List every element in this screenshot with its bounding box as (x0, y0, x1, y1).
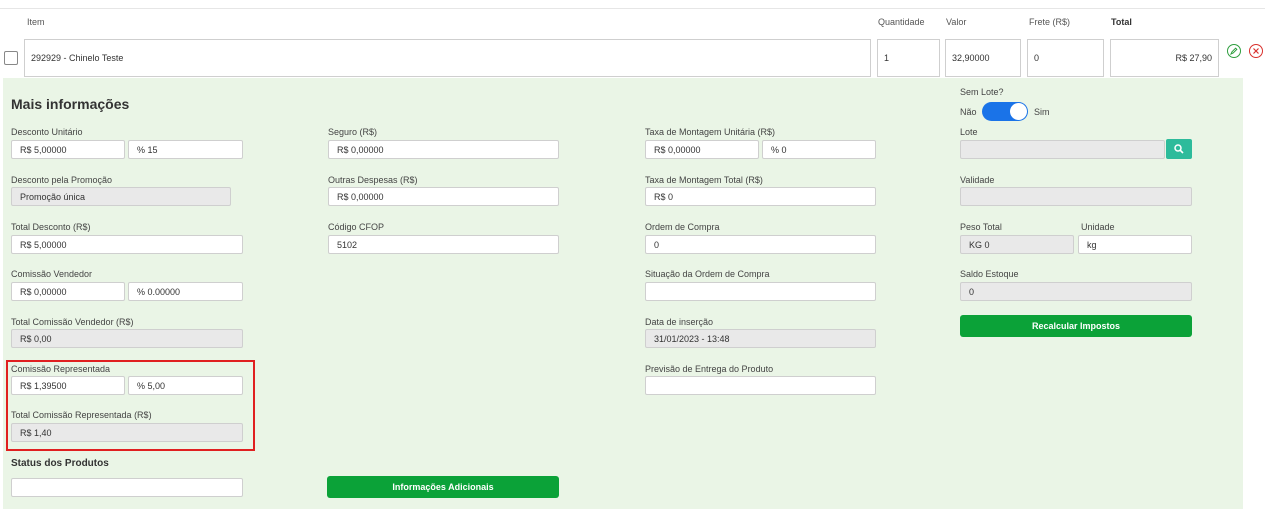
desconto-unitario-label: Desconto Unitário (11, 127, 83, 137)
taxa-montagem-total-label: Taxa de Montagem Total (R$) (645, 175, 763, 185)
data-insercao-field: 31/01/2023 - 13:48 (645, 329, 876, 348)
informacoes-adicionais-button[interactable]: Informações Adicionais (327, 476, 559, 498)
header-total: Total (1111, 17, 1132, 27)
comissao-representada-percent[interactable]: % 5,00 (128, 376, 243, 395)
lote-search-button[interactable] (1166, 139, 1192, 159)
close-icon[interactable] (1249, 44, 1263, 58)
saldo-estoque-field: 0 (960, 282, 1192, 301)
peso-total-label: Peso Total (960, 222, 1002, 232)
sem-lote-toggle[interactable] (982, 102, 1028, 121)
previsao-entrega-field[interactable] (645, 376, 876, 395)
valor-input[interactable]: 32,90000 (945, 39, 1021, 77)
header-valor: Valor (946, 17, 967, 27)
comissao-vendedor-percent[interactable]: % 0.00000 (128, 282, 243, 301)
desconto-promocao-label: Desconto pela Promoção (11, 175, 113, 185)
frete-input[interactable]: 0 (1027, 39, 1104, 77)
taxa-montagem-total-field[interactable]: R$ 0 (645, 187, 876, 206)
status-produtos-field[interactable] (11, 478, 243, 497)
ordem-compra-label: Ordem de Compra (645, 222, 720, 232)
comissao-representada-label: Comissão Representada (11, 364, 111, 374)
unidade-field[interactable]: kg (1078, 235, 1192, 254)
peso-total-field: KG 0 (960, 235, 1074, 254)
validade-label: Validade (960, 175, 995, 185)
total-comissao-representada-label: Total Comissão Representada (R$) (11, 410, 152, 420)
item-input[interactable]: 292929 - Chinelo Teste (24, 39, 871, 77)
outras-despesas-field[interactable]: R$ 0,00000 (328, 187, 559, 206)
comissao-representada-valor[interactable]: R$ 1,39500 (11, 376, 125, 395)
total-field: R$ 27,90 (1110, 39, 1219, 77)
taxa-montagem-unitaria-valor[interactable]: R$ 0,00000 (645, 140, 759, 159)
total-comissao-vendedor-field: R$ 0,00 (11, 329, 243, 348)
taxa-montagem-unitaria-percent[interactable]: % 0 (762, 140, 876, 159)
codigo-cfop-field[interactable]: 5102 (328, 235, 559, 254)
top-divider (0, 8, 1265, 9)
previsao-entrega-label: Previsão de Entrega do Produto (645, 364, 774, 374)
recalcular-impostos-button[interactable]: Recalcular Impostos (960, 315, 1192, 337)
lote-label: Lote (960, 127, 978, 137)
total-desconto-label: Total Desconto (R$) (11, 222, 91, 232)
quantidade-input[interactable]: 1 (877, 39, 940, 77)
seguro-field[interactable]: R$ 0,00000 (328, 140, 559, 159)
header-frete: Frete (R$) (1029, 17, 1071, 27)
sem-lote-label: Sem Lote? (960, 87, 1004, 97)
desconto-unitario-percent[interactable]: % 15 (128, 140, 243, 159)
row-select-checkbox[interactable] (4, 51, 18, 65)
desconto-unitario-valor[interactable]: R$ 5,00000 (11, 140, 125, 159)
total-desconto-field[interactable]: R$ 5,00000 (11, 235, 243, 254)
comissao-vendedor-label: Comissão Vendedor (11, 269, 93, 279)
lote-field[interactable] (960, 140, 1165, 159)
taxa-montagem-unitaria-label: Taxa de Montagem Unitária (R$) (645, 127, 776, 137)
unidade-label: Unidade (1081, 222, 1115, 232)
sem-lote-on-label: Sim (1034, 107, 1050, 117)
situacao-ordem-label: Situação da Ordem de Compra (645, 269, 770, 279)
edit-icon[interactable] (1227, 44, 1241, 58)
header-item: Item (27, 17, 45, 27)
panel-title: Mais informações (11, 96, 130, 112)
data-insercao-label: Data de inserção (645, 317, 714, 327)
outras-despesas-label: Outras Despesas (R$) (328, 175, 418, 185)
status-produtos-label: Status dos Produtos (11, 458, 109, 469)
total-comissao-representada-field: R$ 1,40 (11, 423, 243, 442)
validade-field[interactable] (960, 187, 1192, 206)
header-quantidade: Quantidade (878, 17, 925, 27)
desconto-promocao-field: Promoção única (11, 187, 231, 206)
ordem-compra-field[interactable]: 0 (645, 235, 876, 254)
toggle-knob (1010, 103, 1027, 120)
seguro-label: Seguro (R$) (328, 127, 378, 137)
situacao-ordem-field[interactable] (645, 282, 876, 301)
saldo-estoque-label: Saldo Estoque (960, 269, 1019, 279)
magnifier-icon (1174, 144, 1184, 154)
sem-lote-off-label: Não (960, 107, 977, 117)
comissao-vendedor-valor[interactable]: R$ 0,00000 (11, 282, 125, 301)
codigo-cfop-label: Código CFOP (328, 222, 385, 232)
total-comissao-vendedor-label: Total Comissão Vendedor (R$) (11, 317, 134, 327)
